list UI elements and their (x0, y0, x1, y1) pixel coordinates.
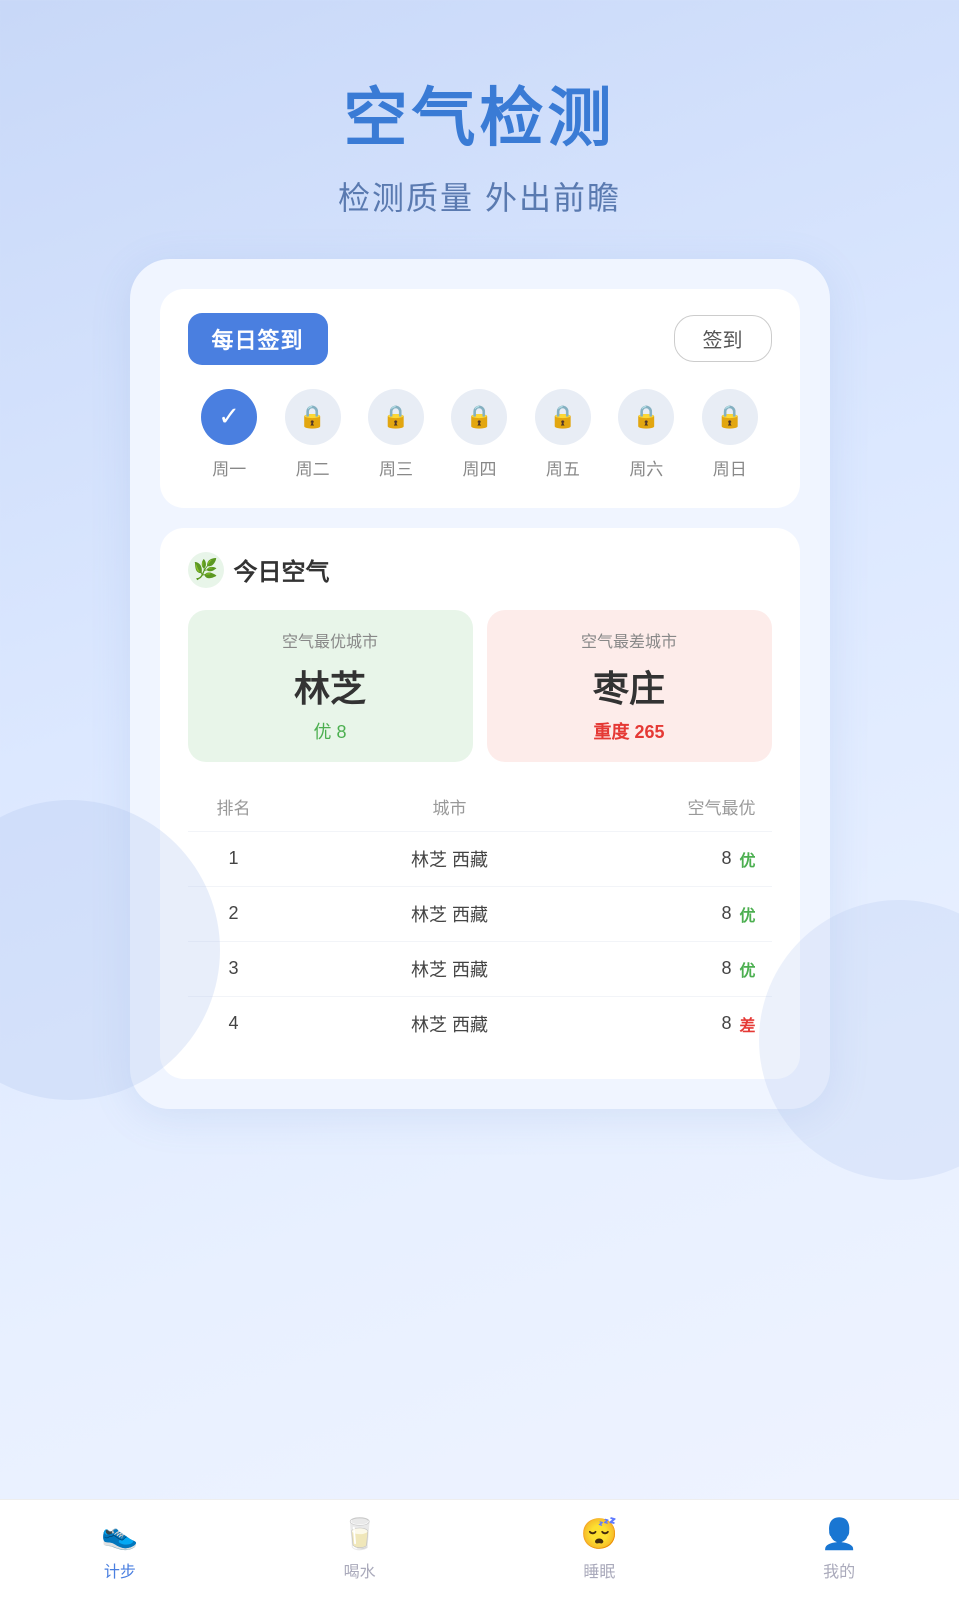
sleep-label: 睡眠 (583, 1558, 615, 1582)
day-item-fri: 🔒 周五 (535, 389, 591, 480)
checkin-card: 每日签到 签到 ✓ 周一 🔒 周二 🔒 周三 (160, 289, 800, 508)
table-row: 2 林芝 西藏 8 优 (188, 886, 772, 941)
day-item-tue: 🔒 周二 (285, 389, 341, 480)
day-item-sun: 🔒 周日 (702, 389, 758, 480)
day-label-sun: 周日 (713, 455, 747, 480)
row1-rank: 1 (204, 848, 264, 869)
day-item-sat: 🔒 周六 (618, 389, 674, 480)
day-circle-sat: 🔒 (618, 389, 674, 445)
day-label-sat: 周六 (629, 455, 663, 480)
best-city-box: 空气最优城市 林芝 优 8 (188, 610, 473, 762)
row3-city: 林芝 西藏 (264, 956, 636, 982)
col-header-air: 空气最优 (636, 794, 756, 819)
row1-tag: 优 (739, 847, 755, 871)
lock-icon-sat: 🔒 (633, 404, 660, 430)
profile-label: 我的 (823, 1558, 855, 1582)
day-circle-sun: 🔒 (702, 389, 758, 445)
col-header-rank: 排名 (204, 794, 264, 819)
worst-label: 空气最差城市 (503, 628, 756, 652)
main-card: 每日签到 签到 ✓ 周一 🔒 周二 🔒 周三 (130, 259, 830, 1109)
row3-tag: 优 (739, 957, 755, 981)
nav-item-profile[interactable]: 👤 我的 (820, 1517, 857, 1582)
lock-icon-sun: 🔒 (716, 404, 743, 430)
day-circle-tue: 🔒 (285, 389, 341, 445)
row3-value: 8 (721, 958, 731, 979)
day-label-wed: 周三 (379, 455, 413, 480)
worst-city: 枣庄 (503, 660, 756, 712)
day-label-thu: 周四 (462, 455, 496, 480)
steps-icon: 👟 (101, 1517, 138, 1552)
day-circle-thu: 🔒 (451, 389, 507, 445)
lock-icon-tue: 🔒 (299, 404, 326, 430)
day-label-mon: 周一 (212, 455, 246, 480)
row4-air: 8 差 (636, 1012, 756, 1036)
table-row: 4 林芝 西藏 8 差 (188, 996, 772, 1051)
water-label: 喝水 (344, 1558, 376, 1582)
row3-air: 8 优 (636, 957, 756, 981)
row1-city: 林芝 西藏 (264, 846, 636, 872)
row2-air: 8 优 (636, 902, 756, 926)
header: 空气检测 检测质量 外出前瞻 (0, 0, 959, 259)
row2-city: 林芝 西藏 (264, 901, 636, 927)
nav-item-steps[interactable]: 👟 计步 (101, 1517, 138, 1582)
worst-status: 重度 265 (503, 718, 756, 744)
checkmark-icon: ✓ (218, 401, 240, 432)
profile-icon: 👤 (820, 1517, 857, 1552)
best-city: 林芝 (204, 660, 457, 712)
lock-icon-thu: 🔒 (466, 404, 493, 430)
checkin-header: 每日签到 签到 (188, 313, 772, 365)
day-item-thu: 🔒 周四 (451, 389, 507, 480)
best-label: 空气最优城市 (204, 628, 457, 652)
worst-city-box: 空气最差城市 枣庄 重度 265 (487, 610, 772, 762)
day-label-fri: 周五 (546, 455, 580, 480)
row4-tag: 差 (739, 1012, 755, 1036)
page-subtitle: 检测质量 外出前瞻 (0, 173, 959, 219)
checkin-title: 每日签到 (188, 313, 328, 365)
page-title: 空气检测 (0, 80, 959, 157)
checkin-days: ✓ 周一 🔒 周二 🔒 周三 🔒 周四 (188, 389, 772, 480)
air-highlights: 空气最优城市 林芝 优 8 空气最差城市 枣庄 重度 265 (188, 610, 772, 762)
best-status: 优 8 (204, 718, 457, 744)
table-row: 1 林芝 西藏 8 优 (188, 831, 772, 886)
table-row: 3 林芝 西藏 8 优 (188, 941, 772, 996)
day-label-tue: 周二 (296, 455, 330, 480)
row4-value: 8 (721, 1013, 731, 1034)
water-icon: 🥛 (341, 1517, 378, 1552)
day-circle-mon: ✓ (201, 389, 257, 445)
lock-icon-fri: 🔒 (549, 404, 576, 430)
nav-item-sleep[interactable]: 😴 睡眠 (581, 1517, 618, 1582)
row4-rank: 4 (204, 1013, 264, 1034)
leaf-icon: 🌿 (193, 557, 218, 582)
day-circle-fri: 🔒 (535, 389, 591, 445)
air-title: 今日空气 (234, 552, 330, 587)
row2-value: 8 (721, 903, 731, 924)
table-header: 排名 城市 空气最优 (188, 786, 772, 827)
row2-tag: 优 (739, 902, 755, 926)
air-table: 排名 城市 空气最优 1 林芝 西藏 8 优 2 林芝 西藏 8 优 (188, 786, 772, 1051)
sleep-icon: 😴 (581, 1517, 618, 1552)
row4-city: 林芝 西藏 (264, 1011, 636, 1037)
bottom-nav: 👟 计步 🥛 喝水 😴 睡眠 👤 我的 (0, 1499, 959, 1599)
row1-air: 8 优 (636, 847, 756, 871)
lock-icon-wed: 🔒 (382, 404, 409, 430)
row1-value: 8 (721, 848, 731, 869)
steps-label: 计步 (104, 1558, 136, 1582)
air-icon: 🌿 (188, 552, 224, 588)
col-header-city: 城市 (264, 794, 636, 819)
day-item-wed: 🔒 周三 (368, 389, 424, 480)
air-header: 🌿 今日空气 (188, 552, 772, 588)
checkin-button[interactable]: 签到 (674, 315, 772, 362)
day-item-mon: ✓ 周一 (201, 389, 257, 480)
air-card: 🌿 今日空气 空气最优城市 林芝 优 8 空气最差城市 枣庄 重度 265 排名… (160, 528, 800, 1079)
day-circle-wed: 🔒 (368, 389, 424, 445)
nav-item-water[interactable]: 🥛 喝水 (341, 1517, 378, 1582)
